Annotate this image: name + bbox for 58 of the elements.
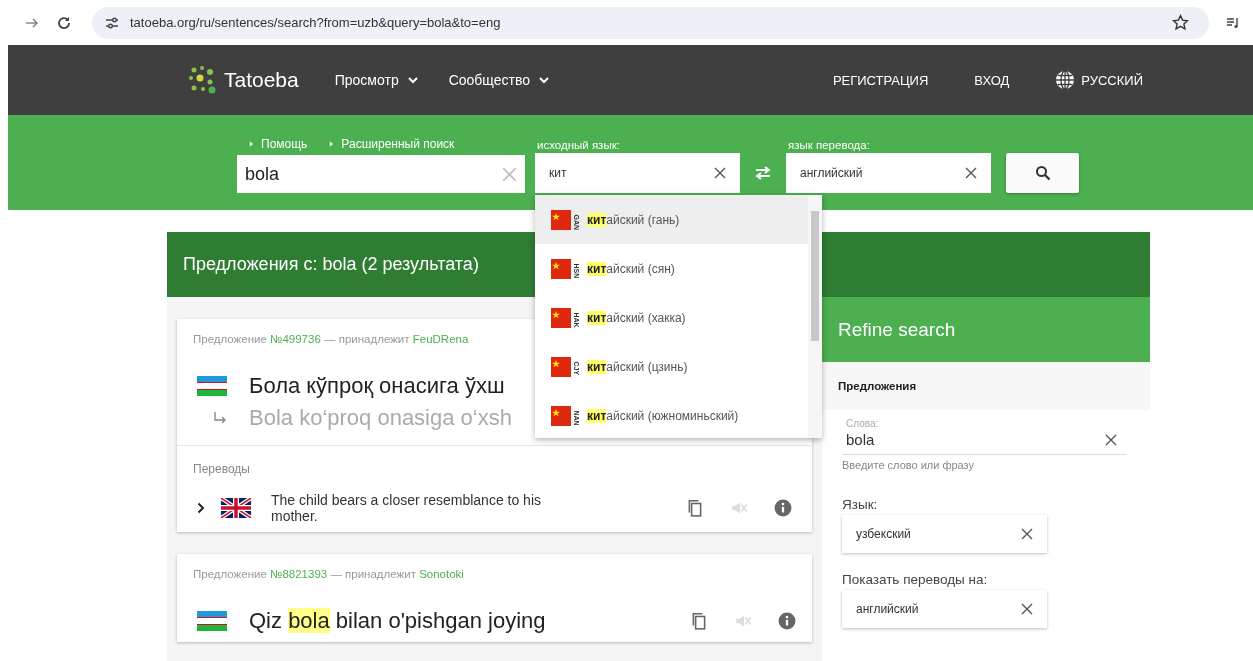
language-select[interactable]: узбекский xyxy=(842,515,1047,553)
nav-menu[interactable]: Сообщество xyxy=(448,72,550,88)
scrollbar[interactable] xyxy=(808,195,822,438)
copy-icon[interactable] xyxy=(690,612,708,630)
flag-icon xyxy=(551,258,571,279)
triangle-icon xyxy=(249,141,254,147)
translation-text: The child bears a closer resemblance to his mother. xyxy=(271,492,543,524)
return-arrow-icon xyxy=(213,411,227,425)
globe-icon[interactable] xyxy=(1055,70,1076,90)
sentence-meta: Предложение №8821393 — принадлежит Sonotoki xyxy=(192,567,465,580)
clear-icon[interactable] xyxy=(1105,433,1117,446)
section-title: Предложения xyxy=(838,380,917,392)
results-title: Предложения с: bola (2 результата) xyxy=(183,254,479,275)
info-icon[interactable] xyxy=(778,612,796,630)
chevron-down-icon xyxy=(406,74,419,86)
reload-icon[interactable] xyxy=(56,14,72,31)
translation-language-select[interactable]: английский xyxy=(842,590,1047,628)
words-field[interactable]: Слова: bola xyxy=(842,418,1127,455)
sentence-text: Бола кўпроқ онасига ўхш xyxy=(249,373,506,399)
search-field[interactable]: bola xyxy=(237,155,525,193)
field-label: исходный язык: xyxy=(536,139,621,151)
nav-link[interactable]: ВХОД xyxy=(974,72,1010,88)
flag-icon xyxy=(551,405,571,426)
flag-icon xyxy=(221,498,251,518)
field-label: Показать переводы на: xyxy=(842,572,989,587)
nav-menu[interactable]: Просмотр xyxy=(334,72,419,88)
field-label: язык перевода: xyxy=(787,139,871,151)
flag-icon xyxy=(551,356,571,377)
clear-icon[interactable] xyxy=(1021,603,1033,615)
field-label: Язык: xyxy=(842,497,879,512)
language-link[interactable]: РУССКИЙ xyxy=(1081,72,1143,88)
clear-icon[interactable] xyxy=(965,167,977,179)
refine-title: Refine search xyxy=(838,318,956,341)
transcription-text: Bola ko‘proq onasiga o‘xsh xyxy=(249,405,512,431)
site-logo[interactable]: Tatoeba xyxy=(186,64,299,96)
flag-icon xyxy=(551,209,571,230)
swap-icon[interactable] xyxy=(753,165,773,181)
address-bar[interactable]: tatoeba.org/ru/sentences/search?from=uzb&query=bola&to=eng xyxy=(92,6,1209,39)
search-button[interactable] xyxy=(1006,153,1079,193)
copy-icon[interactable] xyxy=(686,499,704,517)
logo-icon xyxy=(186,64,218,96)
flag-icon xyxy=(197,611,227,631)
expand-icon[interactable] xyxy=(197,502,205,514)
source-language-field[interactable]: кит xyxy=(535,153,740,193)
flag-icon xyxy=(197,376,227,396)
chevron-down-icon xyxy=(538,74,550,86)
target-language-field[interactable]: английский xyxy=(786,153,991,193)
search-icon xyxy=(1034,165,1051,181)
field-hint: Введите слово или фразу xyxy=(842,459,975,471)
triangle-icon xyxy=(329,141,335,147)
translations-label: Переводы xyxy=(192,461,251,476)
clear-icon[interactable] xyxy=(1021,528,1033,540)
info-icon[interactable] xyxy=(774,499,792,517)
sentence-text: Qiz bola bilan o'pishgan joying xyxy=(249,608,547,634)
star-icon[interactable] xyxy=(1172,14,1189,31)
clear-icon[interactable] xyxy=(714,167,726,179)
flag-icon xyxy=(551,307,571,328)
nav-link[interactable]: РЕГИСТРАЦИЯ xyxy=(832,72,929,88)
